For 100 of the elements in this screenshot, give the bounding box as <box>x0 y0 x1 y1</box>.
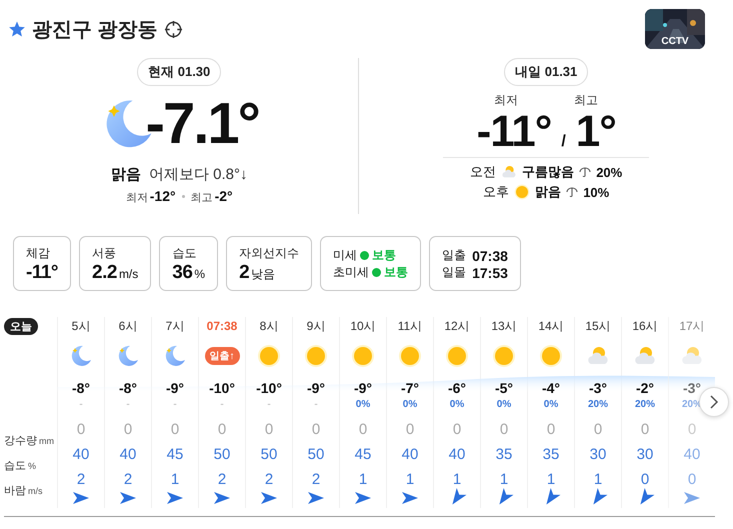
hour-label: 12시 <box>444 318 470 335</box>
high-label: 최고 <box>190 191 213 205</box>
rain-chance: - <box>126 399 130 412</box>
rain-amount: 0 <box>640 420 650 440</box>
humidity-value: 30 <box>636 445 654 465</box>
hour-label: 10시 <box>350 318 376 335</box>
wind-speed: 1 <box>500 470 508 489</box>
separator: / <box>561 133 566 151</box>
humidity-value: 40 <box>684 445 700 465</box>
wind-speed: 2 <box>76 470 86 489</box>
dust-status: 보통 <box>372 247 396 264</box>
rain-amount: 0 <box>406 420 414 440</box>
rain-amount: 0 <box>358 420 368 440</box>
hour-label: 16시 <box>632 318 658 335</box>
next-button[interactable] <box>699 387 729 417</box>
row-label: 바람 <box>4 484 26 498</box>
humidity-value: 35 <box>542 445 560 465</box>
wind-speed: 1 <box>358 470 368 489</box>
hour-temperature: -6° <box>448 379 466 398</box>
rain-chance: 20% <box>634 399 655 412</box>
hour-label: 5시 <box>72 318 90 335</box>
wind-speed: 2 <box>218 470 226 489</box>
row-unit: m/s <box>28 486 42 496</box>
sun-icon <box>445 344 469 368</box>
humidity-value: 30 <box>590 445 606 465</box>
sun-icon <box>257 344 281 368</box>
moon-icon <box>69 344 93 368</box>
rain-amount: 0 <box>312 420 320 440</box>
hour-label: 7시 <box>166 318 184 335</box>
date-badge: 현재 01.30 <box>137 58 222 86</box>
hour-label: 8시 <box>260 318 278 335</box>
wind-speed: 2 <box>264 470 274 489</box>
card-unit: 낮음 <box>251 266 276 282</box>
condition-text: 맑음 <box>110 165 141 184</box>
rain-amount: 0 <box>124 420 132 440</box>
card-label: 자외선지수 <box>239 244 300 262</box>
hour-temperature: -9° <box>166 379 184 398</box>
card-value: 36 <box>172 262 192 284</box>
humidity-value: 50 <box>260 445 278 465</box>
chevron-right-icon <box>709 395 719 409</box>
hour-temperature: -3° <box>588 379 608 398</box>
dust-status: 보통 <box>384 264 408 281</box>
hour-label: 17시 <box>679 318 705 335</box>
locate-icon[interactable] <box>164 20 183 38</box>
rain-amount: 0 <box>218 420 226 440</box>
card-unit: % <box>194 266 206 280</box>
rain-amount: 0 <box>170 420 180 440</box>
card-label: 서풍 <box>92 244 118 262</box>
hour-temperature: -10° <box>256 379 282 398</box>
compare-text: 어제보다 0.8°↓ <box>148 165 248 184</box>
rain-chance: - <box>267 399 271 412</box>
humidity-value: 40 <box>448 445 466 465</box>
star-icon[interactable] <box>8 20 26 38</box>
rain-chance: 0% <box>402 399 418 412</box>
date-badge: 내일 01.31 <box>504 58 588 86</box>
sun-label: 일출 <box>442 247 466 264</box>
rain-chance: - <box>314 399 318 412</box>
hour-temperature: -5° <box>494 379 514 398</box>
hour-temperature: -9° <box>354 379 372 398</box>
rain-chance: - <box>173 399 177 412</box>
humidity-value: 45 <box>354 445 372 465</box>
rain-chance: 0% <box>496 399 512 412</box>
day-badge: 오늘 <box>4 318 38 335</box>
card-value: 2.2 <box>92 262 117 284</box>
hour-temperature: -7° <box>400 379 420 398</box>
humidity-value: 40 <box>120 445 136 465</box>
hour-label: 14시 <box>538 318 564 335</box>
hour-temperature: -8° <box>118 379 138 398</box>
hour-label: 15시 <box>585 318 611 335</box>
hour-label: 9시 <box>306 318 326 335</box>
rain-amount: 0 <box>264 420 274 440</box>
rain-chance: 0% <box>544 399 558 412</box>
wind-speed: 2 <box>124 470 132 489</box>
period-label: 오전 <box>470 163 496 181</box>
sun-icon <box>304 344 328 368</box>
wind-speed: 0 <box>640 470 650 489</box>
rain-amount: 0 <box>76 420 86 440</box>
row-label: 강수량 <box>4 434 37 448</box>
humidity-value: 50 <box>214 445 230 465</box>
sun-cloud-icon <box>501 164 518 180</box>
cctv-button[interactable]: CCTV <box>645 9 705 49</box>
cctv-label: CCTV <box>660 36 690 47</box>
rain-amount: 0 <box>500 420 508 440</box>
sun-label: 일몰 <box>442 264 466 281</box>
sun-icon <box>398 344 422 368</box>
current-temperature: -7.1° <box>146 90 259 157</box>
row-label: 습도 <box>4 459 26 473</box>
wind-speed: 1 <box>170 470 180 489</box>
card-unit: m/s <box>118 266 138 280</box>
sun-icon <box>539 344 563 368</box>
period-label: 오후 <box>483 183 510 201</box>
hour-temperature: -9° <box>306 379 326 398</box>
rain-chance: 20% <box>588 399 608 412</box>
rain-chance: 0% <box>450 399 464 412</box>
hour-temperature: -3° <box>682 379 702 398</box>
low-label: 최저 <box>494 92 518 109</box>
humidity-value: 45 <box>166 445 184 465</box>
low-temperature: -11° <box>476 107 552 157</box>
location-title: 광진구 광장동 <box>32 18 158 42</box>
high-label: 최고 <box>574 92 598 109</box>
